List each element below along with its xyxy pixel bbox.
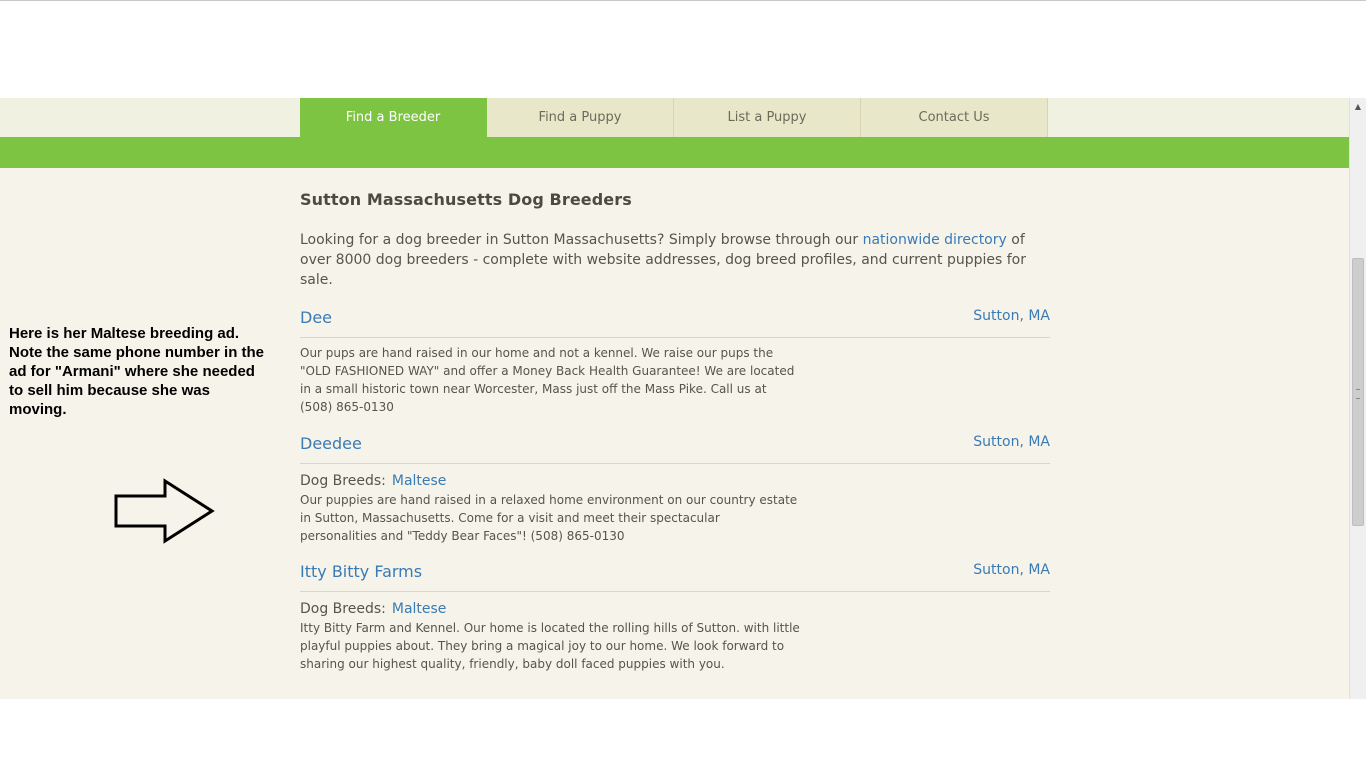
breeder-description: Itty Bitty Farm and Kennel. Our home is … xyxy=(300,621,800,671)
breeder-description: Our pups are hand raised in our home and… xyxy=(300,346,795,414)
listing-header: Dee Sutton, MA xyxy=(300,304,1050,338)
breed-link[interactable]: Maltese xyxy=(392,601,447,617)
vertical-scrollbar[interactable]: ▲ xyxy=(1349,98,1366,699)
breeder-location-link[interactable]: Sutton, MA xyxy=(973,308,1050,324)
dog-breeds-label: Dog Breeds: xyxy=(300,473,386,489)
intro-paragraph: Looking for a dog breeder in Sutton Mass… xyxy=(300,230,1050,290)
breeder-listing: Itty Bitty Farms Sutton, MA Dog Breeds: M… xyxy=(300,558,1050,673)
dog-breeds-line: Dog Breeds: Maltese xyxy=(300,600,1050,618)
annotation-note: Here is her Maltese breeding ad. Note th… xyxy=(9,325,265,418)
dog-breeds-line: Dog Breeds: Maltese xyxy=(300,472,1050,490)
tab-find-a-puppy[interactable]: Find a Puppy xyxy=(487,98,674,137)
page-title: Sutton Massachusetts Dog Breeders xyxy=(300,190,632,209)
breeder-name-link[interactable]: Deedee xyxy=(300,434,362,453)
breed-link[interactable]: Maltese xyxy=(392,473,447,489)
listing-header: Deedee Sutton, MA xyxy=(300,430,1050,464)
right-arrow-icon xyxy=(114,478,215,544)
main-nav: Find a Breeder Find a Puppy List a Puppy… xyxy=(300,98,1048,137)
breeder-location-link[interactable]: Sutton, MA xyxy=(973,434,1050,450)
breeder-listing: Deedee Sutton, MA Dog Breeds: Maltese Our… xyxy=(300,430,1050,545)
breeder-description: Our puppies are hand raised in a relaxed… xyxy=(300,493,798,543)
listing-header: Itty Bitty Farms Sutton, MA xyxy=(300,558,1050,592)
browser-viewport: Find a Breeder Find a Puppy List a Puppy… xyxy=(0,0,1366,768)
breeder-name-link[interactable]: Itty Bitty Farms xyxy=(300,562,422,581)
breeder-listing: Dee Sutton, MA Our pups are hand raised … xyxy=(300,304,1050,416)
dog-breeds-label: Dog Breeds: xyxy=(300,601,386,617)
window-top-border xyxy=(0,0,1366,1)
green-banner-bar xyxy=(0,137,1349,168)
scrollbar-thumb[interactable] xyxy=(1352,258,1364,526)
scroll-grip-icon xyxy=(1356,389,1360,399)
scroll-up-icon[interactable]: ▲ xyxy=(1350,98,1366,115)
tab-find-a-breeder[interactable]: Find a Breeder xyxy=(300,98,487,137)
breeder-name-link[interactable]: Dee xyxy=(300,308,332,327)
nationwide-directory-link[interactable]: nationwide directory xyxy=(863,232,1007,248)
tab-list-a-puppy[interactable]: List a Puppy xyxy=(674,98,861,137)
intro-text-before: Looking for a dog breeder in Sutton Mass… xyxy=(300,232,863,248)
tab-contact-us[interactable]: Contact Us xyxy=(861,98,1048,137)
breeder-location-link[interactable]: Sutton, MA xyxy=(973,562,1050,578)
